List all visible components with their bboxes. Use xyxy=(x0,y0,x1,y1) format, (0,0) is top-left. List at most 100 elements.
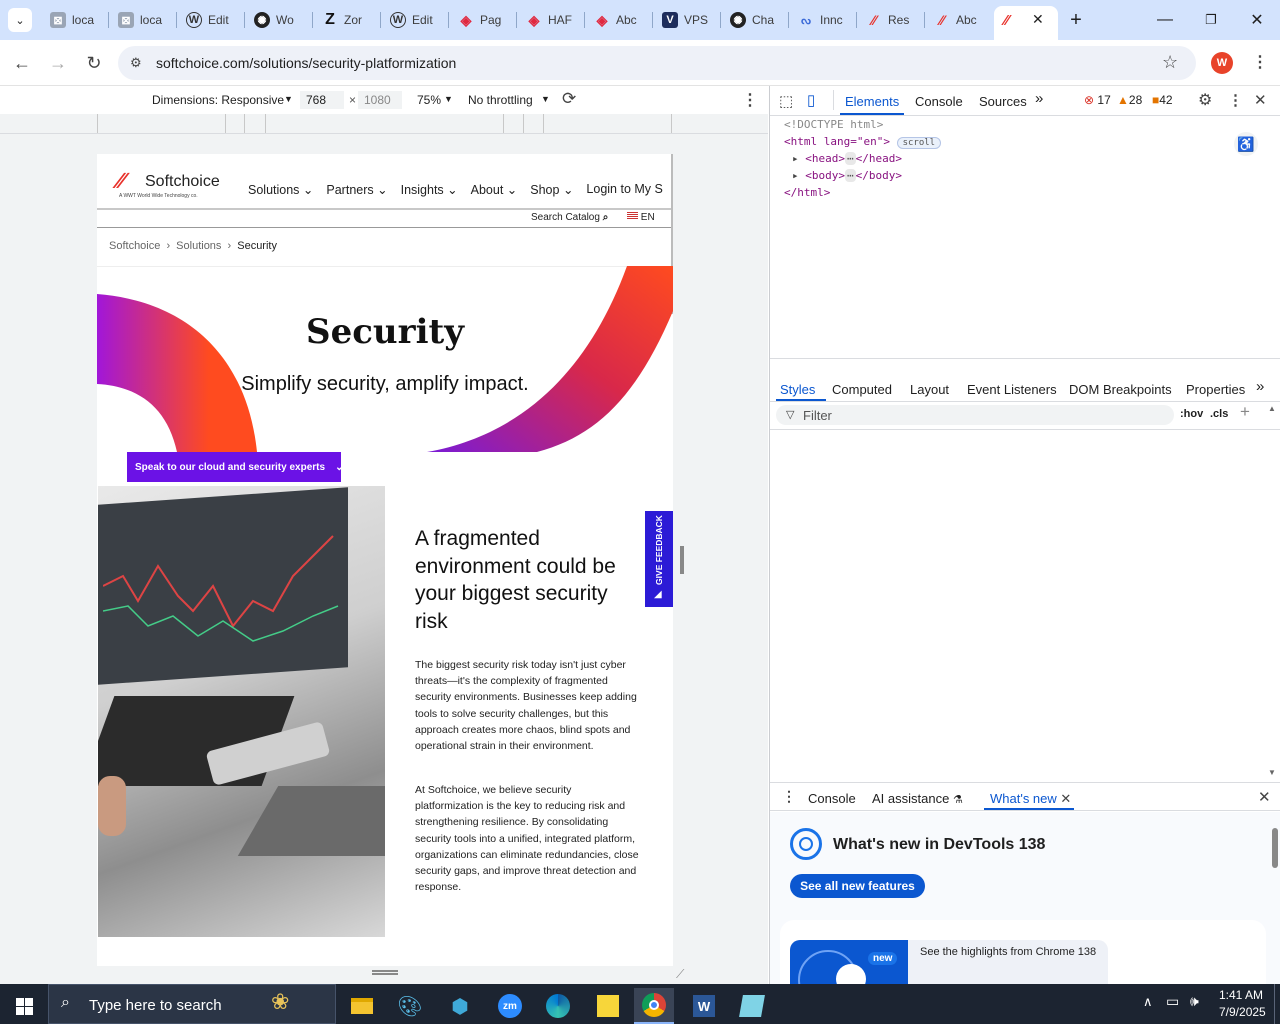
resize-handle-right[interactable] xyxy=(680,546,684,574)
cls-toggle[interactable]: .cls xyxy=(1210,408,1228,420)
windows-start-icon[interactable] xyxy=(4,988,44,1024)
nav-solutions[interactable]: Solutions ⌄ xyxy=(248,182,313,197)
drawer-menu-icon[interactable]: ⋮ xyxy=(782,788,796,805)
tab-event-listeners[interactable]: Event Listeners xyxy=(967,382,1057,397)
more-options-icon[interactable]: ⋮ xyxy=(742,90,758,110)
breadcrumb-home[interactable]: Softchoice xyxy=(109,240,160,252)
tab-1[interactable]: ⊠ loca xyxy=(110,6,174,34)
nav-insights[interactable]: Insights ⌄ xyxy=(401,182,458,197)
site-info-icon[interactable]: ⚙ xyxy=(130,55,142,71)
search-catalog-link[interactable]: Search Catalog ⌕ xyxy=(531,212,608,223)
tab-properties[interactable]: Properties xyxy=(1186,382,1245,397)
warnings-count[interactable]: ▲28 xyxy=(1117,93,1142,107)
more-tabs-icon[interactable]: » xyxy=(1256,378,1264,395)
settings-gear-icon[interactable]: ⚙ xyxy=(1198,90,1212,110)
tab-0[interactable]: ⊠ loca xyxy=(42,6,106,34)
give-feedback-tab[interactable]: GIVE FEEDBACK ◢ xyxy=(645,511,673,607)
show-hidden-icons-icon[interactable]: ∧ xyxy=(1143,994,1153,1010)
hov-toggle[interactable]: :hov xyxy=(1180,408,1203,420)
tab-active[interactable]: ⁄⁄ ✕ xyxy=(994,6,1058,40)
close-devtools-icon[interactable]: ✕ xyxy=(1254,91,1267,109)
close-window-icon[interactable]: ✕ xyxy=(1242,8,1272,32)
notepad-app-icon[interactable] xyxy=(732,988,772,1024)
device-toggle-icon[interactable]: ▯ xyxy=(807,91,815,109)
tab-console[interactable]: Console xyxy=(915,94,963,109)
edge-browser-icon[interactable] xyxy=(538,988,578,1024)
tab-sources[interactable]: Sources xyxy=(979,94,1027,109)
breadcrumb-solutions[interactable]: Solutions xyxy=(176,240,221,252)
tab-12[interactable]: ⁄⁄ Res xyxy=(858,6,922,34)
issues-count[interactable]: ■42 xyxy=(1152,93,1173,107)
tab-4[interactable]: Z Zor xyxy=(314,6,378,34)
word-icon[interactable]: W xyxy=(684,988,724,1024)
nav-shop[interactable]: Shop ⌄ xyxy=(530,182,573,197)
tab-layout[interactable]: Layout xyxy=(910,382,949,397)
close-tab-icon[interactable]: ✕ xyxy=(1032,11,1044,28)
dom-html-open[interactable]: <html lang="en"> scroll xyxy=(784,135,942,149)
dimensions-select[interactable]: Dimensions: Responsive xyxy=(152,93,284,107)
tab-2[interactable]: W Edit xyxy=(178,6,242,34)
speak-to-experts-button[interactable]: Speak to our cloud and security experts ⌄ xyxy=(127,452,343,482)
clock-time[interactable]: 1:41 AM xyxy=(1219,988,1263,1002)
errors-count[interactable]: ⊗ 17 xyxy=(1084,93,1111,107)
accessibility-tree-icon[interactable]: ♿ xyxy=(1234,132,1258,156)
address-bar[interactable]: ⚙ softchoice.com/solutions/security-plat… xyxy=(118,46,1196,80)
dom-body[interactable]: ▸ <body> ⋯ </body> xyxy=(792,169,902,182)
volume-icon[interactable]: 🕪︎ xyxy=(1190,993,1199,1010)
tab-10[interactable]: ✺ Cha xyxy=(722,6,786,34)
nav-about[interactable]: About ⌄ xyxy=(471,182,518,197)
tab-13[interactable]: ⁄⁄ Abc xyxy=(926,6,990,34)
zoom-select[interactable]: 75% xyxy=(417,93,441,107)
clock-date[interactable]: 7/9/2025 xyxy=(1219,1005,1266,1019)
resize-handle-bottom[interactable] xyxy=(372,970,398,975)
scroll-up-icon[interactable]: ▲ xyxy=(1268,404,1276,413)
bookmark-star-icon[interactable]: ☆ xyxy=(1162,52,1178,73)
tab-3[interactable]: ✺ Wo xyxy=(246,6,310,34)
nav-login[interactable]: Login to My S xyxy=(586,182,662,197)
drawer-scrollbar[interactable] xyxy=(1272,828,1278,868)
network-icon[interactable]: ▭ xyxy=(1166,993,1179,1010)
height-input[interactable]: 1080 xyxy=(358,91,402,109)
nav-partners[interactable]: Partners ⌄ xyxy=(326,182,387,197)
tab-11[interactable]: ᔓ Innc xyxy=(790,6,854,34)
tab-5[interactable]: W Edit xyxy=(382,6,446,34)
drawer-tab-console[interactable]: Console xyxy=(808,791,856,806)
throttling-select[interactable]: No throttling xyxy=(468,93,533,107)
restore-icon[interactable]: ❐ xyxy=(1196,8,1226,32)
resize-corner-icon[interactable]: ⟋ xyxy=(676,967,684,982)
paint-icon[interactable]: 🎨︎ xyxy=(390,988,430,1024)
softchoice-logo[interactable]: ∕∕ Softchoice A WWT World Wide Technolog… xyxy=(117,166,227,200)
minimize-icon[interactable]: — xyxy=(1150,8,1180,32)
tab-7[interactable]: ◈ HAF xyxy=(518,6,582,34)
tab-styles[interactable]: Styles xyxy=(780,382,815,397)
browser-menu-icon[interactable]: ⋮ xyxy=(1252,52,1268,72)
rotate-icon[interactable]: ⟳ xyxy=(562,89,576,109)
highlights-card[interactable]: new See the highlights from Chrome 138 xyxy=(790,940,1108,984)
devtools-menu-icon[interactable]: ⋮ xyxy=(1228,91,1243,109)
taskbar-search-box[interactable]: ⌕ Type here to search ❀ xyxy=(48,984,336,1024)
app-hex-icon[interactable]: ⬢ xyxy=(440,988,480,1024)
tab-9[interactable]: V VPS xyxy=(654,6,718,34)
profile-avatar[interactable]: W xyxy=(1211,52,1233,74)
close-drawer-icon[interactable]: ✕ xyxy=(1258,788,1271,806)
tab-search-chevron-icon[interactable]: ⌄ xyxy=(8,8,32,32)
show-desktop-button[interactable] xyxy=(1274,984,1280,1024)
more-tabs-icon[interactable]: » xyxy=(1035,90,1043,107)
chrome-icon[interactable] xyxy=(634,988,674,1024)
file-explorer-icon[interactable] xyxy=(342,988,382,1024)
new-style-rule-icon[interactable]: + xyxy=(1240,402,1250,422)
dom-head[interactable]: ▸ <head> ⋯ </head> xyxy=(792,152,902,165)
styles-filter-input[interactable]: ▽ Filter xyxy=(776,405,1174,425)
reload-icon[interactable]: ↻ xyxy=(81,50,107,76)
back-icon[interactable]: ← xyxy=(9,50,35,76)
dom-html-close[interactable]: </html> xyxy=(784,186,830,199)
tab-8[interactable]: ◈ Abc xyxy=(586,6,650,34)
media-query-bar[interactable] xyxy=(0,114,768,134)
tab-dom-breakpoints[interactable]: DOM Breakpoints xyxy=(1069,382,1172,397)
width-input[interactable]: 768 xyxy=(300,91,344,109)
drawer-tab-whats-new[interactable]: What's new ✕ xyxy=(990,791,1071,807)
forward-icon[interactable]: → xyxy=(45,50,71,76)
tab-elements[interactable]: Elements xyxy=(845,94,899,109)
inspect-element-icon[interactable]: ⬚ xyxy=(779,92,793,110)
language-selector[interactable]: EN xyxy=(627,212,655,223)
